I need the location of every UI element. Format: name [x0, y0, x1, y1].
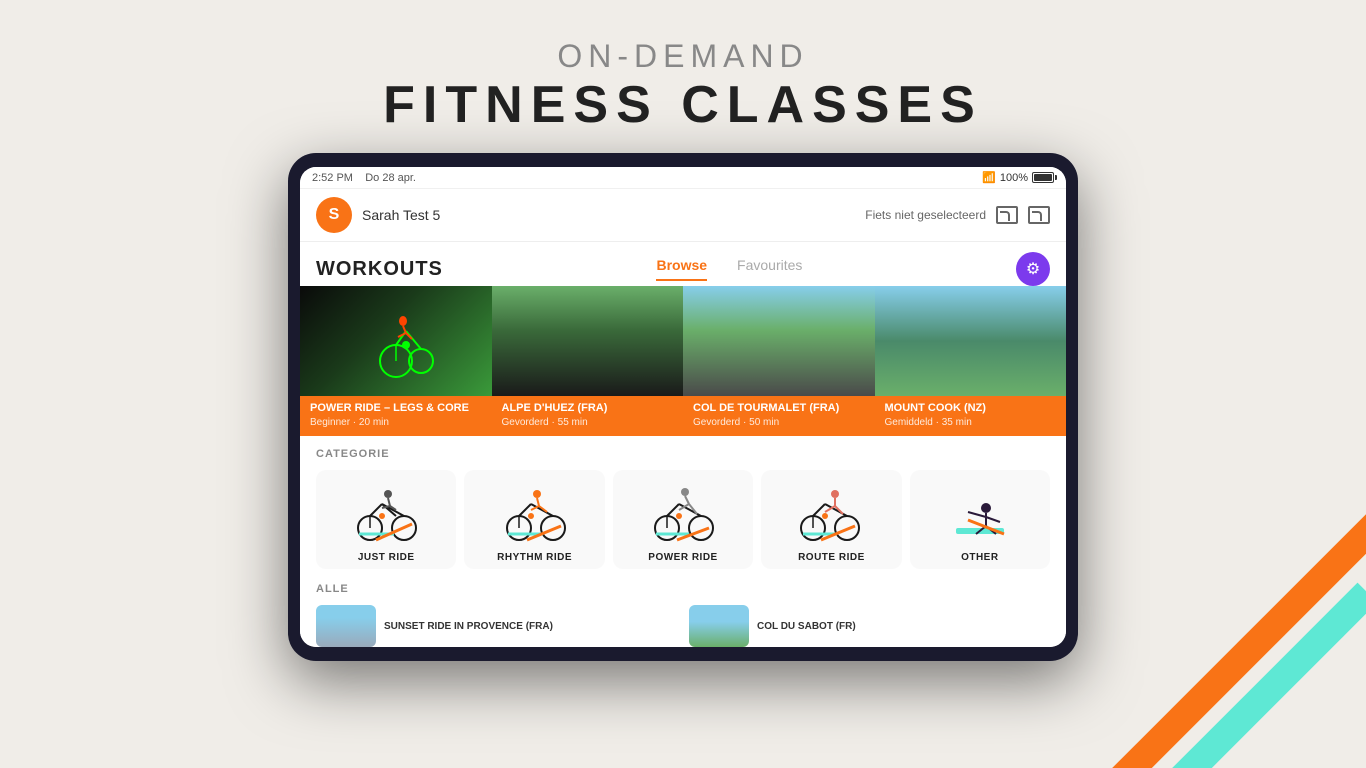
ride-name-3: MOUNT COOK (NZ): [885, 402, 1057, 415]
category-item-route-ride[interactable]: ROUTE RIDE: [761, 470, 901, 569]
category-label-route-ride: ROUTE RIDE: [798, 552, 865, 563]
ride-name-2: COL DE TOURMALET (FRA): [693, 402, 865, 415]
category-item-power-ride[interactable]: POWER RIDE: [613, 470, 753, 569]
category-item-other[interactable]: OTHER: [910, 470, 1050, 569]
ride-info-0: POWER RIDE – LEGS & CORE Beginner · 20 m…: [300, 396, 492, 436]
ride-card-1[interactable]: ALPE D'HUEZ (FRA) Gevorderd · 55 min: [492, 286, 684, 436]
category-grid: JUST RIDE: [316, 470, 1050, 569]
status-time: 2:52 PM Do 28 apr.: [312, 172, 416, 184]
alle-label: ALLE: [316, 583, 1050, 595]
ride-info-2: COL DE TOURMALET (FRA) Gevorderd · 50 mi…: [683, 396, 875, 436]
alle-thumb-1: [689, 605, 749, 647]
ride-card-3[interactable]: MOUNT COOK (NZ) Gemiddeld · 35 min: [875, 286, 1067, 436]
featured-rides: POWER RIDE – LEGS & CORE Beginner · 20 m…: [300, 286, 1066, 436]
ride-info-1: ALPE D'HUEZ (FRA) Gevorderd · 55 min: [492, 396, 684, 436]
category-img-route-ride: [796, 478, 866, 548]
ride-name-0: POWER RIDE – LEGS & CORE: [310, 402, 482, 415]
user-name: Sarah Test 5: [362, 207, 440, 223]
power-ride-icon: [651, 484, 715, 542]
battery-icon: [1032, 172, 1054, 183]
alle-ride-name-0: SUNSET RIDE IN PROVENCE (FRA): [384, 621, 553, 632]
ride-card-img-1: [492, 286, 684, 396]
ride-bike-icon-0: [356, 301, 436, 381]
tablet-frame: 2:52 PM Do 28 apr. 📶 100% S Sarah Test 5…: [288, 153, 1078, 661]
workouts-title: WORKOUTS: [316, 258, 443, 281]
rhythm-ride-icon: [503, 484, 567, 542]
route-ride-icon: [799, 484, 863, 542]
battery-fill: [1034, 174, 1052, 181]
tabs: Browse Favourites: [656, 257, 802, 281]
ride-meta-2: Gevorderd · 50 min: [693, 417, 865, 428]
page-title: FITNESS CLASSES: [383, 75, 983, 135]
ride-card-2[interactable]: COL DE TOURMALET (FRA) Gevorderd · 50 mi…: [683, 286, 875, 436]
bike-status: Fiets niet geselecteerd: [865, 208, 986, 222]
category-img-other: [945, 478, 1015, 548]
category-img-rhythm-ride: [500, 478, 570, 548]
alle-thumb-0: [316, 605, 376, 647]
ride-info-3: MOUNT COOK (NZ) Gemiddeld · 35 min: [875, 396, 1067, 436]
stripe-orange: [1095, 503, 1366, 768]
alle-rides: SUNSET RIDE IN PROVENCE (FRA) COL DU SAB…: [316, 605, 1050, 647]
tab-favourites[interactable]: Favourites: [737, 257, 802, 281]
category-item-rhythm-ride[interactable]: RHYTHM RIDE: [464, 470, 604, 569]
decorative-stripes: [1046, 488, 1366, 768]
alle-ride-name-1: COL DU SABOT (FR): [757, 621, 856, 632]
page-header: ON-DEMAND FITNESS CLASSES: [383, 0, 983, 135]
ride-meta-0: Beginner · 20 min: [310, 417, 482, 428]
ride-card-0[interactable]: POWER RIDE – LEGS & CORE Beginner · 20 m…: [300, 286, 492, 436]
app-header: S Sarah Test 5 Fiets niet geselecteerd: [300, 189, 1066, 242]
status-bar: 2:52 PM Do 28 apr. 📶 100%: [300, 167, 1066, 189]
avatar: S: [316, 197, 352, 233]
wifi-icon: 📶: [982, 171, 996, 184]
ride-name-1: ALPE D'HUEZ (FRA): [502, 402, 674, 415]
category-label-other: OTHER: [961, 552, 999, 563]
category-label-power-ride: POWER RIDE: [648, 552, 717, 563]
ride-card-img-2: [683, 286, 875, 396]
status-right: 📶 100%: [982, 171, 1054, 184]
other-icon: [948, 484, 1012, 542]
workouts-header: WORKOUTS Browse Favourites ⚙: [300, 242, 1066, 286]
category-label-rhythm-ride: RHYTHM RIDE: [497, 552, 572, 563]
categorie-section: CATEGORIE: [300, 436, 1066, 573]
cast-icon-1[interactable]: [996, 206, 1018, 224]
cast-icon-2[interactable]: [1028, 206, 1050, 224]
categorie-label: CATEGORIE: [316, 448, 1050, 460]
stripe-teal: [1075, 583, 1366, 768]
header-right: Fiets niet geselecteerd: [865, 206, 1050, 224]
ride-meta-3: Gemiddeld · 35 min: [885, 417, 1057, 428]
just-ride-icon: [354, 484, 418, 542]
tab-browse[interactable]: Browse: [656, 257, 707, 281]
alle-section: ALLE SUNSET RIDE IN PROVENCE (FRA) COL D…: [300, 573, 1066, 647]
category-img-power-ride: [648, 478, 718, 548]
page-subtitle: ON-DEMAND: [383, 38, 983, 75]
category-img-just-ride: [351, 478, 421, 548]
battery-percentage: 100%: [1000, 172, 1028, 184]
ride-card-img-3: [875, 286, 1067, 396]
filter-button[interactable]: ⚙: [1016, 252, 1050, 286]
category-label-just-ride: JUST RIDE: [358, 552, 415, 563]
alle-ride-item-1[interactable]: COL DU SABOT (FR): [689, 605, 1050, 647]
ride-meta-1: Gevorderd · 55 min: [502, 417, 674, 428]
ride-card-img-0: [300, 286, 492, 396]
tablet-screen: 2:52 PM Do 28 apr. 📶 100% S Sarah Test 5…: [300, 167, 1066, 647]
alle-ride-item-0[interactable]: SUNSET RIDE IN PROVENCE (FRA): [316, 605, 677, 647]
category-item-just-ride[interactable]: JUST RIDE: [316, 470, 456, 569]
